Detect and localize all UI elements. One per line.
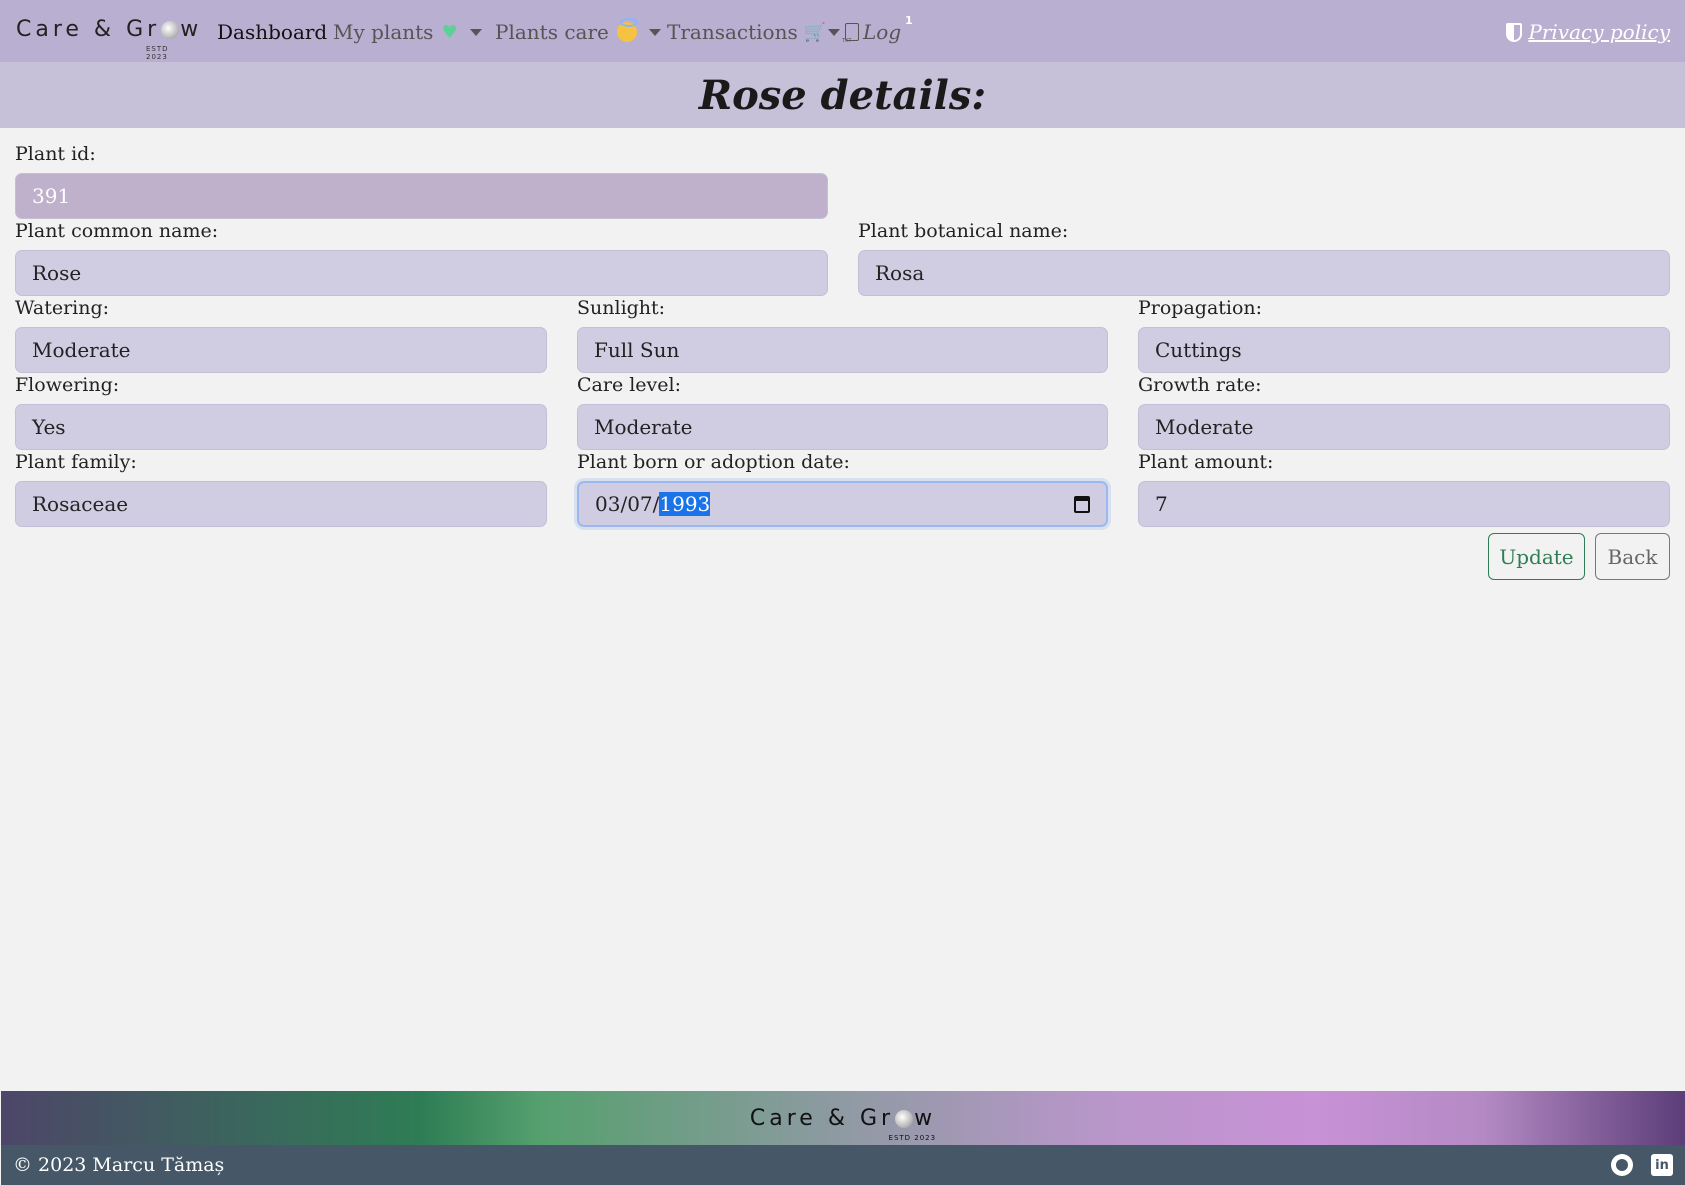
amount-field[interactable]: 7 [1138,481,1670,527]
family-label: Plant family: [15,451,137,473]
botanical-name-field[interactable]: Rosa [858,250,1670,296]
date-field[interactable]: 03/07/1993 [577,481,1108,527]
shield-icon [1506,22,1523,42]
watering-label: Watering: [15,297,110,319]
chevron-down-icon [469,28,482,36]
care-level-field[interactable]: Moderate [577,404,1108,450]
nav-my-plants[interactable]: My plants ♥ [333,20,482,44]
nav-my-plants-label: My plants [333,20,434,44]
botanical-name-group: Plant botanical name: Rosa [858,218,1670,296]
calendar-icon[interactable] [1074,495,1090,513]
github-icon[interactable] [1611,1154,1633,1176]
sunlight-group: Sunlight: Full Sun [577,295,1108,373]
sunlight-field[interactable]: Full Sun [577,327,1108,373]
chevron-down-icon [828,28,841,36]
plant-id-label: Plant id: [15,143,96,165]
common-name-label: Plant common name: [15,220,219,242]
nav-plants-care-label: Plants care [495,20,609,44]
green-heart-icon: ♥ [441,21,458,43]
title-bar: Rose details: [0,62,1685,128]
nav-log[interactable]: Log 1 [842,14,913,44]
growth-rate-field[interactable]: Moderate [1138,404,1670,450]
copyright: © 2023 Marcu Tămaș [13,1154,225,1176]
care-level-group: Care level: Moderate [577,372,1108,450]
nav-dashboard-label: Dashboard [217,20,328,44]
growth-rate-group: Growth rate: Moderate [1138,372,1670,450]
globe-icon [161,21,180,39]
growth-rate-label: Growth rate: [1138,374,1262,396]
propagation-label: Propagation: [1138,297,1263,319]
family-field[interactable]: Rosaceae [15,481,547,527]
propagation-group: Propagation: Cuttings [1138,295,1670,373]
flowering-group: Flowering: Yes [15,372,547,450]
watering-field[interactable]: Moderate [15,327,547,373]
amount-group: Plant amount: 7 [1138,449,1670,527]
common-name-group: Plant common name: Rose [15,218,828,296]
back-button[interactable]: Back [1595,533,1670,580]
footer-estd: ESTD 2023 [888,1133,937,1142]
plant-id-field: 391 [15,173,828,219]
flowering-field[interactable]: Yes [15,404,547,450]
chevron-down-icon [648,28,661,36]
date-value: 03/07/1993 [595,492,711,516]
navbar: Care & Gr w ESTD 2023 Dashboard My plants… [0,0,1685,66]
common-name-field[interactable]: Rose [15,250,828,296]
linkedin-icon[interactable]: in [1651,1154,1673,1176]
txt-file-icon [842,23,859,44]
nav-plants-care[interactable]: Plants care [495,18,661,44]
brand-estd: ESTD 2023 [146,45,169,61]
update-button[interactable]: Update [1488,533,1585,580]
plant-id-group: Plant id: 391 [15,141,828,219]
nav-transactions[interactable]: Transactions 🛒 [667,20,841,44]
amount-label: Plant amount: [1138,451,1274,473]
log-badge: 1 [905,14,913,27]
sunlight-label: Sunlight: [577,297,666,319]
date-label: Plant born or adoption date: [577,451,850,473]
footer-brand: Care & Gr w ESTD 2023 [749,1105,937,1142]
footer: © 2023 Marcu Tămaș in [1,1145,1685,1185]
privacy-policy-label: Privacy policy [1528,20,1670,44]
nav-log-label: Log [863,20,902,44]
globe-icon [895,1109,914,1128]
brand-text: Care & Gr w [16,17,203,42]
care-level-label: Care level: [577,374,682,396]
page-title: Rose details: [698,71,987,119]
angel-face-icon [616,18,638,42]
brand-logo[interactable]: Care & Gr w ESTD 2023 [16,17,198,61]
privacy-policy-link[interactable]: Privacy policy [1506,20,1670,44]
date-group: Plant born or adoption date: 03/07/1993 [577,449,1108,527]
family-group: Plant family: Rosaceae [15,449,547,527]
botanical-name-label: Plant botanical name: [858,220,1069,242]
social-links: in [1611,1154,1673,1176]
propagation-field[interactable]: Cuttings [1138,327,1670,373]
nav-dashboard[interactable]: Dashboard [217,20,327,44]
footer-brand-band: Care & Gr w ESTD 2023 [1,1091,1685,1145]
nav-transactions-label: Transactions [667,20,798,44]
cart-icon: 🛒 [803,21,827,43]
watering-group: Watering: Moderate [15,295,547,373]
flowering-label: Flowering: [15,374,120,396]
